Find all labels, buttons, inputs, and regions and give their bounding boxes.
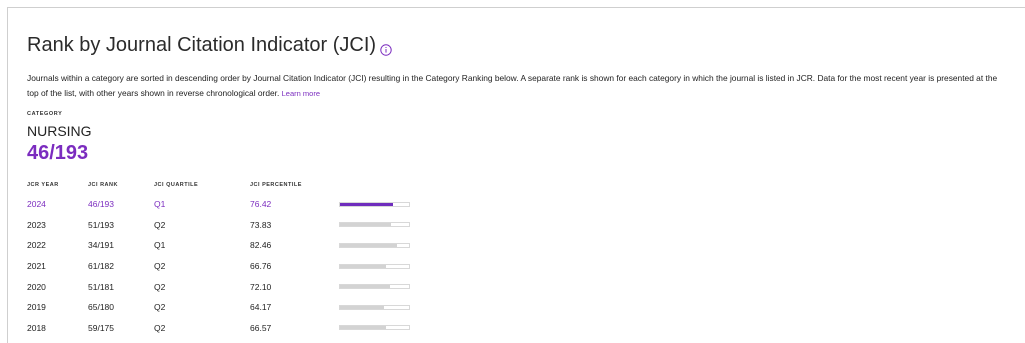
percentile-bar-fill	[340, 326, 386, 330]
cell-rank: 51/193	[88, 219, 114, 230]
cell-percentile: 72.10	[250, 281, 272, 292]
cell-bar	[339, 235, 419, 256]
info-icon[interactable]	[380, 43, 392, 56]
cell-percentile: 82.46	[250, 240, 272, 251]
cell-bar	[339, 194, 419, 215]
header-jcr-year: JCR YEAR	[27, 182, 59, 188]
category-label: CATEGORY	[27, 111, 63, 117]
cell-year: 2018	[27, 322, 46, 333]
category-name: NURSING	[27, 123, 92, 139]
cell-bar	[339, 256, 419, 277]
cell-year: 2024	[27, 199, 46, 210]
cell-year: 2023	[27, 219, 46, 230]
percentile-bar	[339, 284, 410, 290]
cell-rank: 65/180	[88, 302, 114, 313]
cell-quartile: Q2	[154, 281, 166, 292]
cell-year: 2019	[27, 302, 46, 313]
cell-year: 2020	[27, 281, 46, 292]
cell-rank: 61/182	[88, 261, 114, 272]
cell-rank: 59/175	[88, 322, 114, 333]
cell-bar	[339, 318, 419, 339]
cell-percentile: 73.83	[250, 219, 272, 230]
percentile-bar	[339, 304, 410, 310]
percentile-bar	[339, 263, 410, 269]
percentile-bar	[339, 201, 410, 207]
percentile-bar-fill	[340, 285, 390, 289]
cell-bar	[339, 297, 419, 318]
cell-rank: 34/191	[88, 240, 114, 251]
cell-bar	[339, 215, 419, 236]
table-row[interactable]: 2024 46/193 Q1 76.42	[27, 194, 419, 215]
header-bar	[339, 182, 419, 194]
title-row: Rank by Journal Citation Indicator (JCI)	[27, 34, 392, 57]
cell-quartile: Q2	[154, 322, 166, 333]
cell-year: 2022	[27, 240, 46, 251]
percentile-bar	[339, 242, 410, 248]
table-row[interactable]: 2018 59/175 Q2 66.57	[27, 318, 419, 339]
cell-percentile: 76.42	[250, 199, 272, 210]
cell-percentile: 66.57	[250, 322, 272, 333]
cell-rank: 51/181	[88, 281, 114, 292]
cell-year: 2021	[27, 261, 46, 272]
learn-more-link[interactable]: Learn more	[282, 89, 320, 98]
table-row[interactable]: 2021 61/182 Q2 66.76	[27, 256, 419, 277]
header-jci-quartile: JCI QUARTILE	[154, 182, 199, 188]
table-row[interactable]: 2019 65/180 Q2 64.17	[27, 297, 419, 318]
header-jci-rank: JCI RANK	[88, 182, 118, 188]
cell-quartile: Q1	[154, 240, 166, 251]
table-row[interactable]: 2020 51/181 Q2 72.10	[27, 276, 419, 297]
percentile-bar-fill	[340, 202, 393, 206]
cell-percentile: 64.17	[250, 302, 272, 313]
description-text: Journals within a category are sorted in…	[27, 73, 998, 98]
cell-percentile: 66.76	[250, 261, 272, 272]
jci-rank-table: JCR YEAR JCI RANK JCI QUARTILE JCI PERCE…	[27, 182, 419, 338]
table-row[interactable]: 2022 34/191 Q1 82.46	[27, 235, 419, 256]
cell-quartile: Q2	[154, 219, 166, 230]
cell-bar	[339, 276, 419, 297]
percentile-bar	[339, 325, 410, 331]
cell-quartile: Q2	[154, 302, 166, 313]
cell-quartile: Q2	[154, 261, 166, 272]
percentile-bar-fill	[340, 223, 391, 227]
cell-quartile: Q1	[154, 199, 166, 210]
section-title: Rank by Journal Citation Indicator (JCI)	[27, 34, 377, 56]
header-jci-percentile: JCI PERCENTILE	[250, 182, 302, 188]
section-description: Journals within a category are sorted in…	[27, 71, 1002, 101]
percentile-bar-fill	[340, 243, 397, 247]
table-header-row: JCR YEAR JCI RANK JCI QUARTILE JCI PERCE…	[27, 182, 419, 194]
percentile-bar-fill	[340, 305, 385, 309]
category-rank: 46/193	[27, 142, 89, 164]
percentile-bar	[339, 222, 410, 228]
cell-rank: 46/193	[88, 199, 114, 210]
percentile-bar-fill	[340, 264, 387, 268]
table-row[interactable]: 2023 51/193 Q2 73.83	[27, 215, 419, 236]
